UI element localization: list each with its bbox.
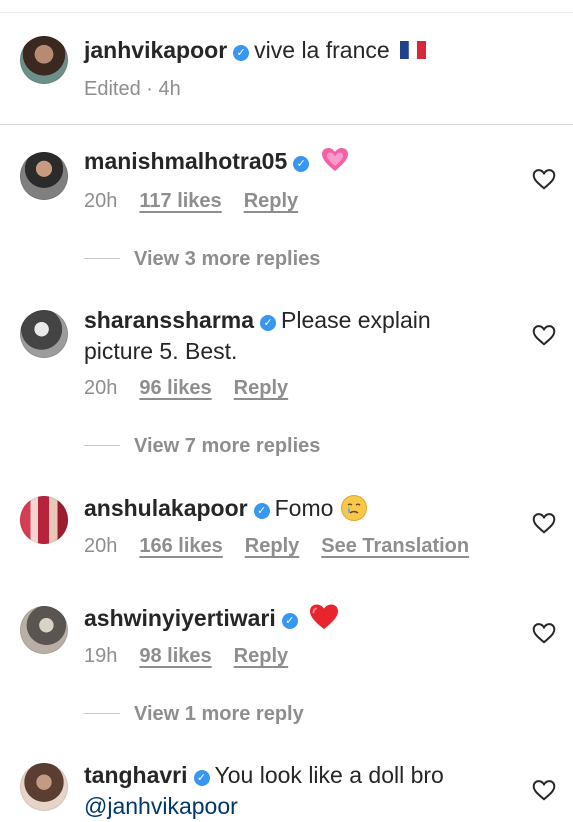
red-heart-emoji-icon	[310, 604, 339, 629]
heart-outline-icon[interactable]	[531, 620, 557, 646]
pink-heart-emoji-icon	[321, 148, 348, 171]
comment-username[interactable]: manishmalhotra05	[84, 148, 287, 174]
verified-badge-icon: ✓	[253, 503, 270, 519]
heart-outline-icon[interactable]	[531, 166, 557, 192]
post-caption: janhvikapoor ✓ vive la france Edited · 4h	[0, 14, 573, 124]
comment-body-line2: picture 5. Best.	[84, 338, 238, 364]
comment-body: Please explain	[281, 307, 431, 333]
avatar[interactable]	[20, 763, 68, 811]
comment-meta: 20h 117 likes Reply	[84, 190, 320, 213]
heart-outline-icon[interactable]	[531, 322, 557, 348]
caption-divider	[0, 124, 573, 125]
reply-button[interactable]: Reply	[245, 535, 299, 557]
france-flag-icon	[400, 41, 427, 59]
caption-body: vive la france	[254, 37, 390, 63]
likes-link[interactable]: 166 likes	[139, 535, 222, 557]
comment-text: tanghavri ✓ You look like a doll bro @janh…	[84, 760, 509, 822]
comment-meta: 19h 98 likes Reply	[84, 645, 310, 668]
comment-body: You look like a doll bro	[214, 762, 444, 788]
comment-time: 20h	[84, 535, 118, 557]
reply-thread-line	[84, 258, 120, 259]
view-more-replies[interactable]: View 1 more reply	[84, 703, 304, 726]
avatar[interactable]	[20, 606, 68, 654]
reply-button[interactable]: Reply	[234, 645, 288, 667]
comment-meta: 20h 96 likes Reply	[84, 377, 310, 400]
verified-badge-icon: ✓	[293, 156, 310, 172]
comment-text: sharanssharma ✓ Please explain picture 5. …	[84, 305, 509, 367]
caption-meta: Edited · 4h	[84, 78, 181, 100]
comment-text: ashwinyiyertiwari ✓	[84, 603, 509, 634]
caption-username[interactable]: janhvikapoor	[84, 37, 227, 63]
comment-time: 20h	[84, 377, 118, 399]
comment-time: 19h	[84, 645, 118, 667]
reply-thread-line	[84, 713, 120, 714]
caption-text: janhvikapoor ✓ vive la france	[84, 35, 509, 66]
comment-text: manishmalhotra05 ✓	[84, 146, 509, 177]
reply-thread-line	[84, 445, 120, 446]
crying-face-emoji-icon	[340, 495, 367, 521]
comment-body: Fomo	[274, 495, 334, 521]
reply-button[interactable]: Reply	[234, 377, 288, 399]
avatar[interactable]	[20, 310, 68, 358]
view-more-label: View 3 more replies	[134, 248, 321, 270]
view-more-replies[interactable]: View 3 more replies	[84, 248, 320, 271]
avatar[interactable]	[20, 36, 68, 84]
comment-username[interactable]: sharanssharma	[84, 307, 254, 333]
heart-outline-icon[interactable]	[531, 777, 557, 803]
verified-badge-icon: ✓	[193, 770, 210, 786]
view-more-replies[interactable]: View 7 more replies	[84, 435, 320, 458]
comment-time: 20h	[84, 190, 118, 212]
view-more-label: View 1 more reply	[134, 703, 304, 725]
avatar[interactable]	[20, 152, 68, 200]
top-divider	[0, 12, 573, 13]
likes-link[interactable]: 96 likes	[139, 377, 211, 399]
view-more-label: View 7 more replies	[134, 435, 321, 457]
comment-text: anshulakapoor ✓ Fomo	[84, 493, 509, 524]
comment-username[interactable]: ashwinyiyertiwari	[84, 605, 276, 631]
verified-badge-icon: ✓	[281, 613, 298, 629]
comment-meta: 20h 166 likes Reply See Translation	[84, 535, 491, 558]
comment-username[interactable]: tanghavri	[84, 762, 188, 788]
verified-badge-icon: ✓	[260, 315, 277, 331]
mention-link[interactable]: @janhvikapoor	[84, 793, 238, 819]
likes-link[interactable]: 117 likes	[139, 190, 221, 212]
likes-link[interactable]: 98 likes	[139, 645, 211, 667]
avatar[interactable]	[20, 496, 68, 544]
heart-outline-icon[interactable]	[531, 510, 557, 536]
comment-username[interactable]: anshulakapoor	[84, 495, 248, 521]
see-translation-button[interactable]: See Translation	[321, 535, 469, 557]
reply-button[interactable]: Reply	[244, 190, 298, 212]
verified-badge-icon: ✓	[233, 45, 250, 61]
